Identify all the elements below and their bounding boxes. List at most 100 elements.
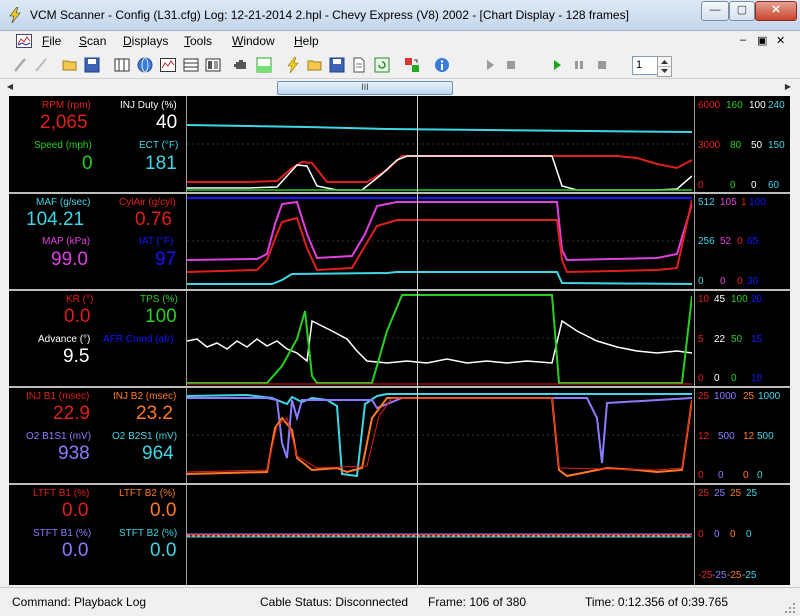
scale-4-injb1-bot: 0 (698, 470, 704, 481)
panel-3-labels: KR (°) 0.0 TPS (%) 100 Advance (°) 9.5 A… (9, 291, 187, 386)
toolbar (0, 52, 800, 79)
cylair-trace (187, 199, 692, 274)
scale-2-iat-top: 100 (749, 197, 766, 208)
scale-1-speed-bot: 0 (730, 180, 736, 191)
scale-3-tps-mid: 50 (731, 334, 743, 345)
ect-value: 181 (145, 153, 177, 174)
scale-4-o2b2-mid: 500 (757, 431, 774, 442)
engine-icon[interactable] (233, 57, 249, 73)
scroll-thumb[interactable]: III (277, 81, 453, 95)
pencil-alt-icon[interactable] (33, 57, 49, 73)
scale-2-maf-mid: 256 (698, 236, 715, 247)
save-log-icon[interactable] (329, 57, 345, 73)
menu-displays[interactable]: Displays (123, 34, 168, 48)
pause-icon[interactable] (571, 57, 587, 73)
percent-fill-icon[interactable] (256, 57, 272, 73)
scroll-right-arrow[interactable]: ▶ (782, 81, 794, 93)
scale-2-maf-bot: 0 (698, 276, 704, 287)
menu-bar: File Scan Displays Tools Window Help – ▣… (0, 31, 800, 51)
pencil-icon[interactable] (12, 57, 28, 73)
resize-grip-icon[interactable] (784, 602, 796, 614)
info-icon[interactable] (434, 57, 450, 73)
panel-5-labels: LTFT B1 (%) 0.0 LTFT B2 (%) 0.0 STFT B1 … (9, 485, 187, 585)
scale-4-injb2-top: 25 (743, 391, 755, 402)
menu-help[interactable]: Help (294, 34, 319, 48)
scale-5-ltftb2-bot: -25 (727, 570, 742, 581)
scale-4-o2b2-top: 1000 (758, 391, 781, 402)
mdi-restore-button[interactable]: ▣ (757, 34, 767, 47)
folder-icon[interactable] (307, 57, 323, 73)
menu-scan-label: can (87, 34, 107, 48)
panel-2-labels: MAF (g/sec) 104.21 CylAir (g/cyl) 0.76 M… (9, 194, 187, 289)
scale-1-ect-bot: 60 (768, 180, 780, 191)
panel-5-scale: 25 25 25 25 0 0 0 0 -25 -25 -25 -25 (694, 485, 791, 585)
menu-help-mnemonic: H (294, 34, 303, 48)
gauges-icon[interactable] (114, 57, 130, 73)
stft-b1-label: STFT B1 (%) (33, 528, 92, 539)
play-gray-icon[interactable] (482, 57, 498, 73)
lightning-icon[interactable] (285, 57, 301, 73)
scale-2-iat-mid: 65 (747, 236, 759, 247)
menu-window[interactable]: Window (232, 34, 275, 48)
chart-icon[interactable] (160, 57, 176, 73)
globe-icon[interactable] (137, 57, 153, 73)
ltft-b1-value: 0.0 (62, 500, 89, 521)
maximize-button[interactable]: ▢ (729, 1, 755, 21)
stft-b1-value: 0.0 (62, 540, 89, 561)
stop-icon[interactable] (594, 57, 610, 73)
panel-1-scale: 6000 160 100 240 3000 80 50 150 0 0 0 60 (694, 96, 791, 192)
menu-scan[interactable]: Scan (79, 34, 106, 48)
chart-window-icon[interactable] (16, 34, 32, 48)
stft-b2-value: 0.0 (150, 540, 177, 561)
scroll-left-arrow[interactable]: ◀ (4, 81, 16, 93)
scale-1-speed-top: 160 (726, 100, 743, 111)
frame-step-spinner[interactable] (657, 56, 672, 77)
dashboard-icon[interactable] (205, 57, 221, 73)
mdi-minimize-button[interactable]: – (740, 34, 746, 46)
title-bar: VCM Scanner - Config (L31.cfg) Log: 12-2… (0, 0, 800, 31)
maf-label: MAF (g/sec) (36, 197, 91, 208)
save-icon[interactable] (84, 57, 100, 73)
scale-4-injb2-mid: 12 (743, 431, 755, 442)
o2-b1s1-value: 938 (58, 443, 90, 464)
scale-4-o2b1-bot: 0 (718, 470, 724, 481)
menu-tools[interactable]: Tools (184, 34, 212, 48)
close-button[interactable]: ✕ (755, 1, 797, 21)
chart-panel-3: KR (°) 0.0 TPS (%) 100 Advance (°) 9.5 A… (9, 291, 790, 388)
inj-b2-label: INJ B2 (msec) (113, 391, 177, 402)
scale-4-o2b2-bot: 0 (757, 470, 763, 481)
document-icon[interactable] (351, 57, 367, 73)
chart-panel-4: INJ B1 (msec) 22.9 INJ B2 (msec) 23.2 O2… (9, 388, 790, 485)
o2-b2s1-label: O2 B2S1 (mV) (112, 431, 178, 442)
status-command: Command: Playback Log (12, 595, 147, 609)
scale-4-injb1-mid: 12 (698, 431, 710, 442)
afr-cmnd-label: AFR Cmnd (afr) (103, 334, 174, 345)
status-bar: Command: Playback Log Cable Status: Disc… (0, 587, 800, 616)
cylair-label: CylAir (g/cyl) (119, 197, 176, 208)
scale-1-duty-mid: 50 (751, 140, 763, 151)
tps-label: TPS (%) (140, 294, 178, 305)
play-icon[interactable] (549, 57, 565, 73)
table-icon[interactable] (183, 57, 199, 73)
iat-label: IAT (°F) (139, 236, 174, 247)
minimize-button[interactable]: — (701, 1, 729, 21)
panel-4-plot (187, 393, 692, 478)
playback-cursor[interactable] (417, 96, 418, 585)
refresh-icon[interactable] (374, 57, 390, 73)
panel-2-plot (187, 197, 692, 285)
scale-2-iat-bot: 30 (747, 276, 759, 287)
mdi-close-button[interactable]: ✕ (776, 34, 785, 47)
advance-trace (187, 319, 692, 364)
stop-gray-icon[interactable] (503, 57, 519, 73)
tps-trace (187, 294, 692, 384)
o2-b1s1-label: O2 B1S1 (mV) (26, 431, 92, 442)
scale-3-adv-top: 45 (714, 294, 726, 305)
open-folder-icon[interactable] (62, 57, 78, 73)
ltft-b1-label: LTFT B1 (%) (33, 488, 90, 499)
menu-file[interactable]: File (42, 34, 61, 48)
scale-1-speed-mid: 80 (730, 140, 742, 151)
rpm-label: RPM (rpm) (42, 100, 91, 111)
scale-2-map-top: 105 (720, 197, 737, 208)
convert-icon[interactable] (404, 57, 420, 73)
scale-5-stftb1-top: 25 (714, 488, 726, 499)
